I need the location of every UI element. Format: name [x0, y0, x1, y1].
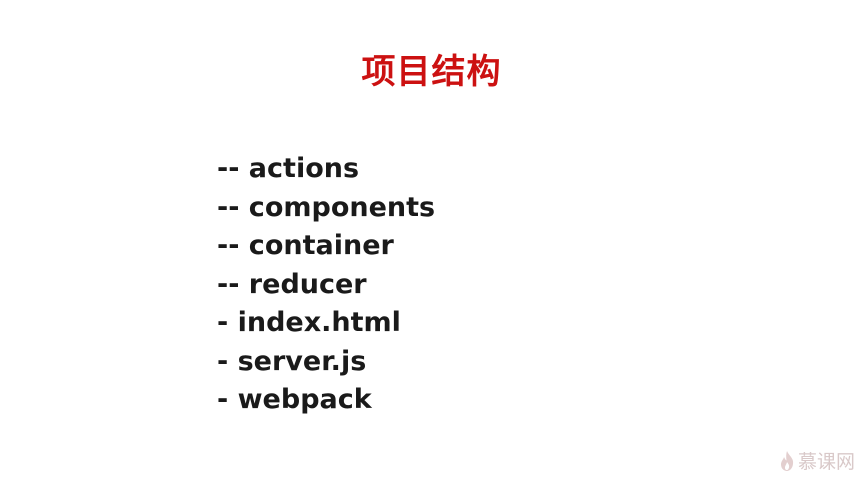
slide-title: 项目结构 — [361, 52, 502, 92]
project-structure-list: -- actions -- components -- container --… — [217, 150, 435, 420]
list-item: - webpack — [217, 384, 372, 415]
watermark-text: 慕课网 — [797, 451, 855, 473]
list-item: -- actions — [217, 153, 360, 184]
flame-icon — [779, 450, 795, 472]
slide: 项目结构 -- actions -- components -- contain… — [0, 0, 863, 480]
list-item: -- reducer — [217, 268, 367, 300]
list-item: - server.js — [217, 345, 367, 377]
watermark-logo: 慕课网 — [779, 447, 855, 474]
list-item: -- components — [217, 191, 436, 223]
list-item: - index.html — [217, 307, 401, 338]
list-item: -- container — [217, 230, 394, 261]
